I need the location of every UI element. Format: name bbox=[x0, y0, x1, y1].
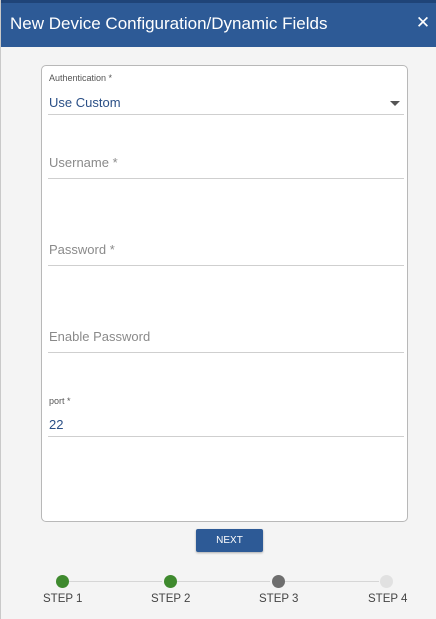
step-3-label: STEP 3 bbox=[259, 593, 299, 605]
enable-password-placeholder: Enable Password bbox=[49, 329, 151, 344]
step-connector bbox=[285, 581, 379, 582]
port-field[interactable]: port * 22 bbox=[48, 388, 404, 438]
port-underline bbox=[48, 436, 404, 437]
port-label: port * bbox=[49, 396, 71, 406]
step-connector bbox=[69, 581, 162, 582]
authentication-label: Authentication * bbox=[49, 73, 113, 83]
stepper: STEP 1 STEP 2 STEP 3 STEP 4 bbox=[1, 570, 436, 615]
step-4-indicator[interactable] bbox=[380, 575, 393, 588]
step-1-indicator[interactable] bbox=[56, 575, 69, 588]
step-3-indicator[interactable] bbox=[272, 575, 285, 588]
authentication-select[interactable]: Authentication * Use Custom bbox=[48, 68, 404, 116]
step-2-label: STEP 2 bbox=[151, 593, 191, 605]
dialog-title-bar: New Device Configuration/Dynamic Fields … bbox=[1, 0, 436, 47]
authentication-underline bbox=[48, 114, 404, 115]
enable-password-field[interactable]: Enable Password bbox=[48, 320, 404, 354]
step-connector bbox=[177, 581, 270, 582]
device-config-dialog: New Device Configuration/Dynamic Fields … bbox=[0, 0, 436, 619]
dialog-title: New Device Configuration/Dynamic Fields bbox=[10, 14, 328, 33]
chevron-down-icon[interactable] bbox=[390, 101, 400, 106]
port-value: 22 bbox=[49, 417, 64, 432]
step-1-label: STEP 1 bbox=[43, 593, 83, 605]
password-field[interactable]: Password * bbox=[48, 233, 404, 267]
password-underline bbox=[48, 265, 404, 266]
password-placeholder: Password * bbox=[49, 242, 115, 257]
username-placeholder: Username * bbox=[49, 155, 118, 170]
step-4-label: STEP 4 bbox=[368, 593, 408, 605]
close-icon[interactable]: ✕ bbox=[415, 14, 431, 31]
next-button[interactable]: NEXT bbox=[196, 529, 263, 552]
dynamic-fields-form: Authentication * Use Custom Username * P… bbox=[41, 65, 408, 522]
username-underline bbox=[48, 178, 404, 179]
step-2-indicator[interactable] bbox=[164, 575, 177, 588]
authentication-value: Use Custom bbox=[49, 95, 121, 110]
enable-password-underline bbox=[48, 352, 404, 353]
username-field[interactable]: Username * bbox=[48, 146, 404, 180]
